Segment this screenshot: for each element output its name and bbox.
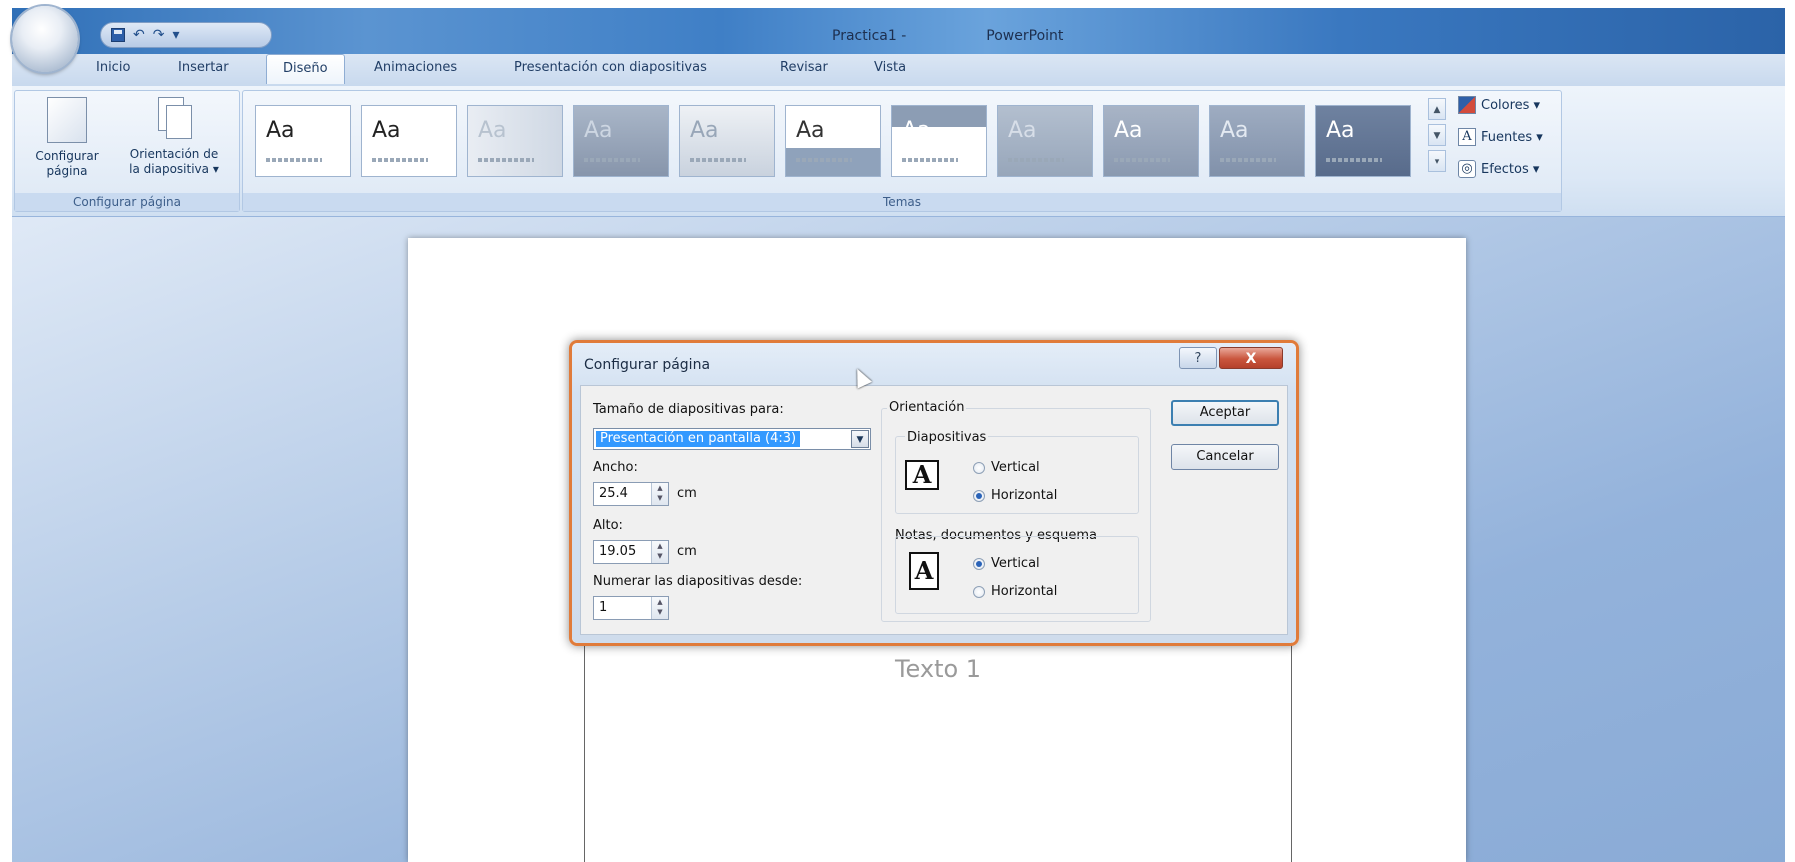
height-unit: cm <box>677 544 697 559</box>
undo-icon[interactable]: ↶ <box>133 28 145 42</box>
quick-access-toolbar: ↶ ↷ ▾ <box>100 22 272 48</box>
theme-thumbnail[interactable]: Aa <box>785 105 881 177</box>
notes-horizontal-radio[interactable]: Horizontal <box>973 584 1057 599</box>
theme-thumbnail[interactable]: Aa <box>679 105 775 177</box>
theme-thumbnail[interactable]: Aa <box>1103 105 1199 177</box>
ribbon: Configurar página Orientación de la diap… <box>12 86 1785 217</box>
notes-vertical-radio[interactable]: Vertical <box>973 556 1040 571</box>
spinner-arrows-icon[interactable]: ▲ ▼ <box>651 597 668 619</box>
window-title: Practica1 - PowerPoint <box>832 28 1063 44</box>
customize-qat-icon[interactable]: ▾ <box>172 28 179 42</box>
slide-size-select[interactable]: Presentación en pantalla (4:3) ▼ <box>593 428 871 450</box>
effects-button[interactable]: ◎ Efectos ▾ <box>1458 160 1539 178</box>
orientation-label-1: Orientación de <box>129 147 219 161</box>
page-setup-label-1: Configurar <box>35 149 99 163</box>
spinner-arrows-icon[interactable]: ▲ ▼ <box>651 483 668 505</box>
radio-selected-icon <box>973 489 985 502</box>
app-name: PowerPoint <box>986 28 1064 44</box>
slides-vertical-radio[interactable]: Vertical <box>973 460 1040 475</box>
slides-horizontal-radio[interactable]: Horizontal <box>973 488 1057 503</box>
notes-vertical-label: Vertical <box>991 556 1040 571</box>
radio-icon <box>973 585 985 598</box>
slide-size-value: Presentación en pantalla (4:3) <box>596 431 801 447</box>
document-name: Practica1 - <box>832 28 907 44</box>
theme-thumbnail[interactable]: Aa <box>997 105 1093 177</box>
fonts-label: Fuentes ▾ <box>1481 129 1543 145</box>
radio-icon <box>973 461 985 474</box>
accept-button[interactable]: Aceptar <box>1171 400 1279 426</box>
ribbon-tabs: Inicio Insertar Diseño Animaciones Prese… <box>12 54 1785 87</box>
page-setup-group-label: Configurar página <box>15 193 239 211</box>
page-setup-label-2: página <box>46 164 88 178</box>
tab-insertar[interactable]: Insertar <box>178 60 229 75</box>
height-spinner[interactable]: 19.05 ▲ ▼ <box>593 540 669 564</box>
chevron-down-icon[interactable]: ▼ <box>851 430 869 448</box>
width-unit: cm <box>677 486 697 501</box>
notes-horizontal-label: Horizontal <box>991 584 1058 599</box>
slides-label: Diapositivas <box>905 430 989 445</box>
title-bar: ↶ ↷ ▾ Practica1 - PowerPoint <box>12 8 1785 54</box>
tab-presentacion[interactable]: Presentación con diapositivas <box>514 60 707 75</box>
width-label: Ancho: <box>593 460 638 475</box>
theme-thumbnail[interactable]: Aa <box>361 105 457 177</box>
radio-selected-icon <box>973 557 985 570</box>
office-button[interactable] <box>12 6 78 72</box>
slides-vertical-label: Vertical <box>991 460 1040 475</box>
effects-icon: ◎ <box>1458 160 1476 178</box>
help-button[interactable]: ? <box>1179 347 1217 369</box>
theme-thumbnail[interactable]: Aa <box>1209 105 1305 177</box>
page-setup-button[interactable]: Configurar página <box>21 97 113 179</box>
number-from-value: 1 <box>599 600 608 615</box>
cancel-button[interactable]: Cancelar <box>1171 444 1279 470</box>
tab-animaciones[interactable]: Animaciones <box>374 60 457 75</box>
tab-inicio[interactable]: Inicio <box>96 60 130 75</box>
themes-group-label: Temas <box>243 193 1561 211</box>
tab-diseno[interactable]: Diseño <box>266 54 345 84</box>
theme-thumbnail[interactable]: Aa <box>255 105 351 177</box>
theme-thumbnail[interactable]: Aa <box>1315 105 1411 177</box>
theme-thumbnail[interactable]: Aa <box>891 105 987 177</box>
themes-scroll-down[interactable]: ▼ <box>1428 124 1446 146</box>
tab-revisar[interactable]: Revisar <box>780 60 828 75</box>
width-spinner[interactable]: 25.4 ▲ ▼ <box>593 482 669 506</box>
page-icon <box>47 97 87 143</box>
themes-more[interactable]: ▾ <box>1428 150 1446 172</box>
dialog-title: Configurar página <box>584 357 711 373</box>
close-button[interactable]: X <box>1219 347 1283 369</box>
theme-thumbnail[interactable]: Aa <box>573 105 669 177</box>
colors-label: Colores ▾ <box>1481 97 1541 113</box>
effects-label: Efectos ▾ <box>1481 161 1540 177</box>
slide-text[interactable]: Texto 1 <box>584 655 1292 683</box>
number-from-label: Numerar las diapositivas desde: <box>593 574 803 589</box>
colors-button[interactable]: Colores ▾ <box>1458 96 1540 114</box>
slide-orientation-button[interactable]: Orientación de la diapositiva ▾ <box>115 97 233 177</box>
colors-icon <box>1458 96 1476 114</box>
dialog-body: Tamaño de diapositivas para: Presentació… <box>580 385 1288 635</box>
portrait-orientation-icon: A <box>909 552 939 590</box>
orientation-icon <box>154 97 194 141</box>
redo-icon[interactable]: ↷ <box>153 28 165 42</box>
fonts-icon: A <box>1458 128 1476 146</box>
themes-group: Aa Aa Aa Aa Aa Aa Aa Aa Aa Aa Aa Temas <box>242 90 1562 212</box>
page-setup-dialog: Configurar página ? X Tamaño de diaposit… <box>572 343 1296 643</box>
height-label: Alto: <box>593 518 623 533</box>
orientation-label: Orientación <box>887 400 967 415</box>
spinner-arrows-icon[interactable]: ▲ ▼ <box>651 541 668 563</box>
slides-horizontal-label: Horizontal <box>991 488 1058 503</box>
save-icon[interactable] <box>111 28 125 42</box>
tab-vista[interactable]: Vista <box>874 60 906 75</box>
slide-size-label: Tamaño de diapositivas para: <box>593 402 784 417</box>
page-setup-group: Configurar página Orientación de la diap… <box>14 90 240 212</box>
theme-thumbnail[interactable]: Aa <box>467 105 563 177</box>
width-value: 25.4 <box>599 486 628 501</box>
themes-scroll-up[interactable]: ▲ <box>1428 98 1446 120</box>
fonts-button[interactable]: A Fuentes ▾ <box>1458 128 1543 146</box>
number-from-spinner[interactable]: 1 ▲ ▼ <box>593 596 669 620</box>
orientation-label-2: la diapositiva ▾ <box>129 162 219 176</box>
height-value: 19.05 <box>599 544 637 559</box>
landscape-orientation-icon: A <box>905 460 939 490</box>
